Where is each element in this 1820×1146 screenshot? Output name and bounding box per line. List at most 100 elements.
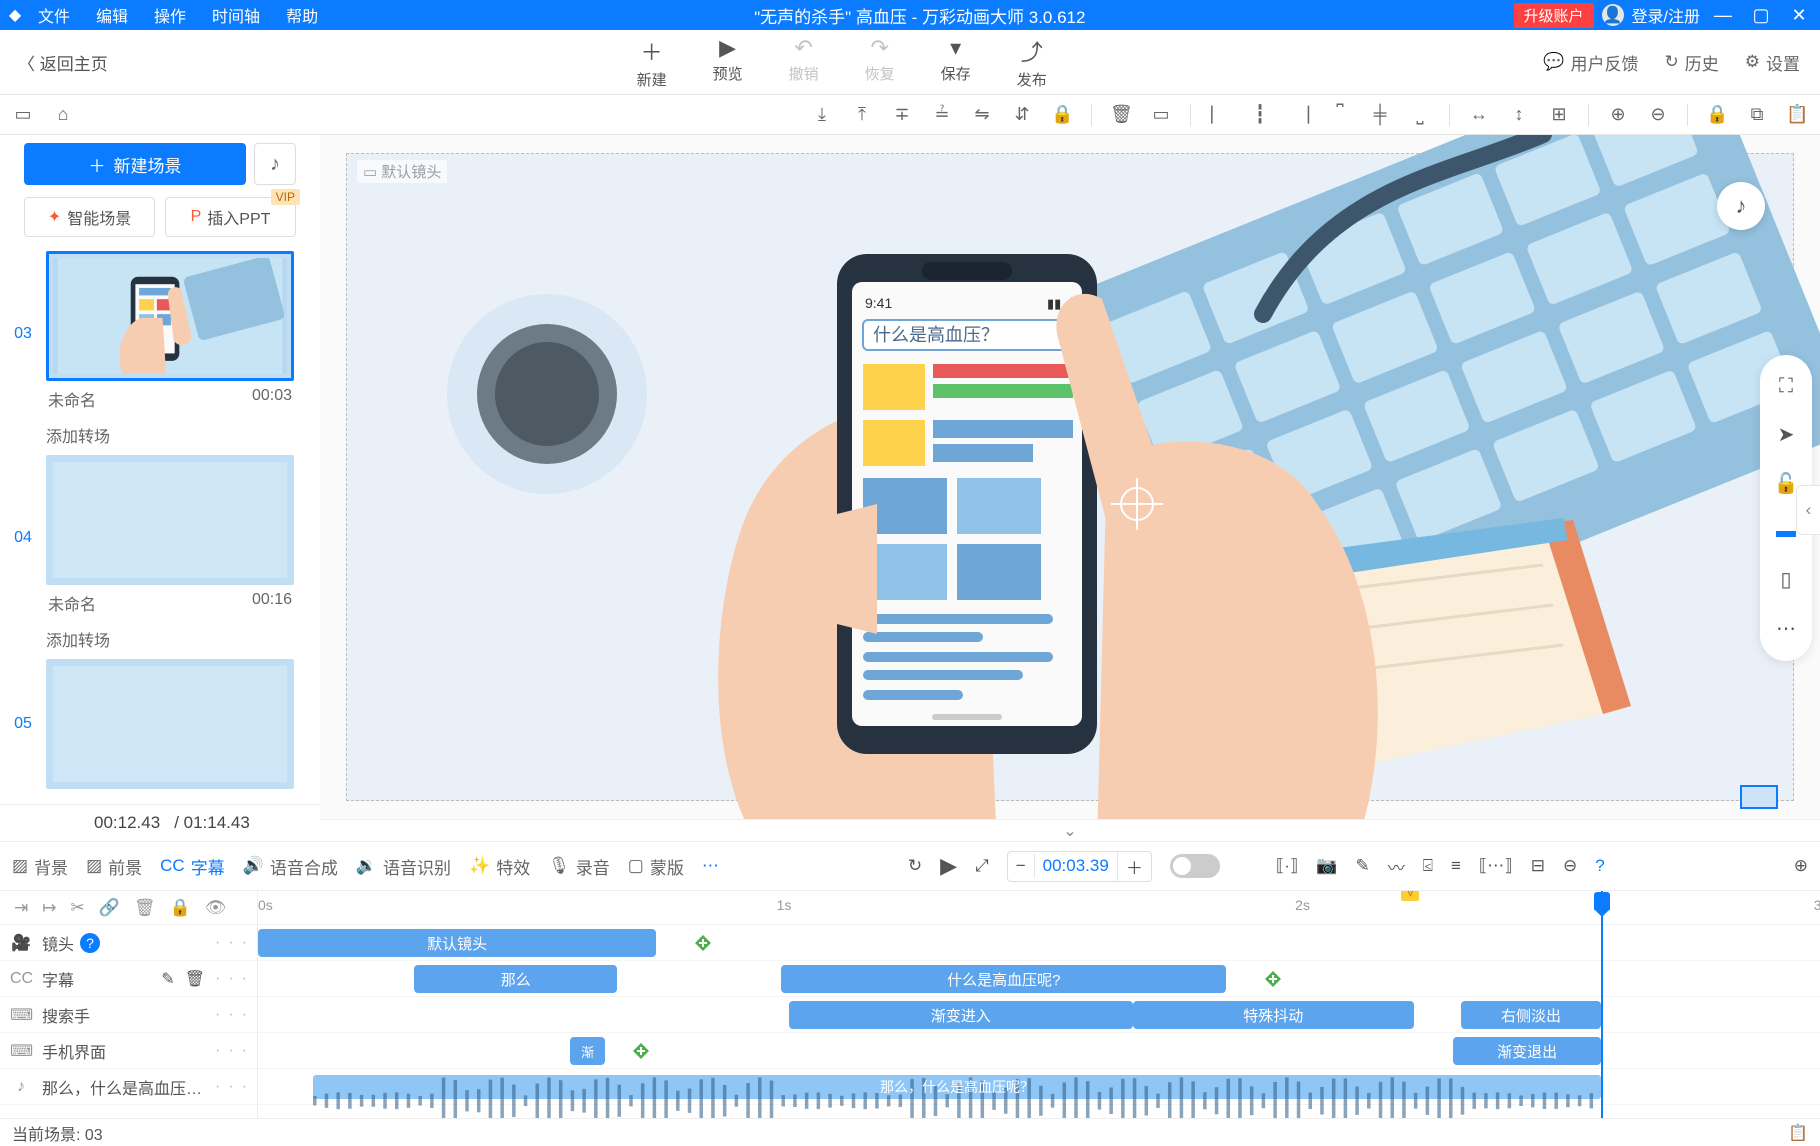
menu-help[interactable]: 帮助 (278, 3, 326, 27)
tl-collapse-icon[interactable]: ⊖ (1563, 856, 1577, 876)
audio-clip[interactable]: 那么，什么是高血压呢？ (313, 1075, 1602, 1099)
tl-split-icon[interactable]: ✂ (71, 898, 85, 918)
tl-keyframe-icon[interactable]: ⟦⋯⟧ (1479, 856, 1513, 876)
desktop-preview-icon[interactable]: ▬ (1776, 520, 1796, 543)
align-bottom2-icon[interactable]: ⎵ (1409, 104, 1431, 125)
snap-toggle[interactable] (1170, 854, 1220, 878)
tab-overlay[interactable]: ▢ 蒙版 (628, 854, 684, 879)
tl-link-icon[interactable]: 🔗 (99, 898, 120, 918)
track-header[interactable]: ⌨ 手机界面 ··· (0, 1033, 257, 1069)
track-opt-icon[interactable]: · (242, 970, 247, 988)
zoom-out-icon[interactable]: ⊖ (1647, 104, 1669, 125)
tl-visible-icon[interactable]: 👁 (205, 898, 227, 918)
tl-out-icon[interactable]: ↦ (42, 898, 56, 918)
new-scene-button[interactable]: ＋ 新建场景 (24, 143, 246, 185)
toolbar-new-button[interactable]: ＋新建 (637, 35, 667, 90)
scene-thumbnail[interactable]: 高血压 (46, 455, 294, 585)
align-left-icon[interactable]: ⎸ (1209, 104, 1231, 125)
home-icon[interactable]: ⌂ (52, 104, 74, 125)
flip-h-icon[interactable]: ⇋ (971, 104, 993, 125)
user-avatar-icon[interactable]: 👤 (1602, 4, 1624, 26)
align-vcenter-icon[interactable]: ╪ (1369, 104, 1391, 125)
track-opt-icon[interactable]: · (228, 934, 233, 952)
zoom-plus-button[interactable]: ＋ (1117, 852, 1151, 881)
tab-record[interactable]: 🎙 录音 (548, 854, 610, 879)
tl-wave-icon[interactable]: 〰 (1388, 854, 1405, 879)
timeline-ruler[interactable]: 0s1s2s3s (258, 891, 1820, 925)
tl-trash-icon[interactable]: 🗑 (134, 898, 156, 918)
tl-camera-icon[interactable]: 📷 (1316, 856, 1337, 876)
track-opt-icon[interactable]: · (242, 1042, 247, 1060)
history-button[interactable]: ↻ 历史 (1665, 50, 1719, 75)
track-opt-icon[interactable]: · (215, 934, 220, 952)
upgrade-account-button[interactable]: 升级账户 (1514, 3, 1594, 28)
track-row[interactable]: 渐渐变退出 (258, 1033, 1820, 1069)
scene-thumbnail[interactable] (46, 251, 294, 381)
tab-more-icon[interactable]: ⋯ (702, 856, 719, 876)
lock2-icon[interactable]: 🔒 (1706, 104, 1728, 125)
align-top-icon[interactable]: ⤒ (851, 104, 873, 125)
timeline-clip[interactable]: 默认镜头 (258, 929, 656, 957)
tl-filter-icon[interactable]: ⍃ (1423, 856, 1433, 876)
track-opt-icon[interactable]: · (242, 1078, 247, 1096)
expand-right-panel-button[interactable]: ‹ (1796, 485, 1820, 535)
toolbar-save-button[interactable]: ▾保存 (941, 35, 971, 90)
tl-align-icon[interactable]: ≡ (1451, 856, 1461, 876)
voice-marker-badge[interactable]: V (1401, 891, 1419, 901)
track-row[interactable]: 默认镜头 (258, 925, 1820, 961)
add-clip-button[interactable] (625, 1037, 656, 1065)
tl-help-icon[interactable]: ? (1595, 856, 1604, 876)
track-opt-icon[interactable]: · (228, 1042, 233, 1060)
scene-thumbnail[interactable] (46, 659, 294, 789)
feedback-button[interactable]: 💬 用户反馈 (1543, 50, 1638, 75)
timeline-clip[interactable]: 特殊抖动 (1133, 1001, 1414, 1029)
play-button[interactable]: ▶ (940, 853, 957, 879)
spacing-icon[interactable]: ⊞ (1548, 104, 1570, 125)
login-button[interactable]: 登录/注册 (1632, 3, 1700, 27)
track-row[interactable]: 渐变进入特殊抖动 右侧淡出 (258, 997, 1820, 1033)
track-opt-icon[interactable]: · (215, 1078, 220, 1096)
scene-item[interactable]: 03未命名00:03 (0, 251, 296, 417)
track-opt-icon[interactable]: · (228, 1006, 233, 1024)
zoom-in-icon[interactable]: ⊕ (1607, 104, 1629, 125)
menu-timeline[interactable]: 时间轴 (204, 3, 268, 27)
toolbar-publish-button[interactable]: ⤴发布 (1017, 35, 1047, 90)
align-middle-icon[interactable]: ∓ (891, 104, 913, 125)
add-clip-button[interactable] (1258, 965, 1289, 993)
align-center-icon[interactable]: ┇ (1249, 104, 1271, 125)
tl-in-icon[interactable]: ⇥ (14, 898, 28, 918)
timeline-clip[interactable]: 什么是高血压呢? (781, 965, 1226, 993)
pointer-icon[interactable]: ➤ (1778, 422, 1795, 447)
add-transition-button[interactable]: 添加转场 (0, 625, 296, 659)
track-header[interactable]: ⌨ 搜索手 ··· (0, 997, 257, 1033)
dist-h-icon[interactable]: ↔ (1468, 104, 1490, 125)
tl-lock-icon[interactable]: 🔒 (170, 898, 191, 918)
track-opt-icon[interactable]: · (228, 970, 233, 988)
track-action-icon[interactable]: 🗑 (185, 969, 205, 989)
track-header[interactable]: CC 字幕 ✎🗑 ··· (0, 961, 257, 997)
tl-menu-icon[interactable]: ⊟ (1531, 856, 1545, 876)
settings-button[interactable]: ⚙ 设置 (1745, 50, 1800, 75)
tl-edit-icon[interactable]: ✎ (1356, 856, 1370, 876)
timeline-clip[interactable]: 右侧淡出 (1461, 1001, 1602, 1029)
track-header[interactable]: 🎥 镜头? ··· (0, 925, 257, 961)
track-row[interactable]: 那么什么是高血压呢? (258, 961, 1820, 997)
timeline-clip[interactable]: 渐变进入 (789, 1001, 1133, 1029)
window-close-icon[interactable]: ✕ (1784, 5, 1814, 26)
smart-scene-button[interactable]: ✦智能场景 (24, 197, 155, 237)
canvas-stage[interactable]: ▭ 默认镜头 (346, 153, 1794, 801)
window-maximize-icon[interactable]: ▢ (1746, 5, 1776, 26)
minimap[interactable] (1740, 785, 1778, 809)
scene-item[interactable]: 05 (0, 659, 296, 789)
tl-tool1-icon[interactable]: ⟦·⟧ (1276, 856, 1299, 876)
toolbar-preview-button[interactable]: ▶预览 (713, 35, 743, 90)
timeline-tracks[interactable]: 0s1s2s3s 默认镜头那么什么是高血压呢? 渐变进入特殊抖动 右侧淡出渐渐变退出… (258, 891, 1820, 1118)
align-top2-icon[interactable]: ⎴ (1329, 104, 1351, 125)
more-icon[interactable]: ⋯ (1776, 616, 1796, 641)
align-baseline-icon[interactable]: ≟ (931, 104, 953, 125)
timeline-clip[interactable]: 渐 (570, 1037, 604, 1065)
collapse-canvas-button[interactable]: ⌄ (320, 819, 1820, 841)
track-header[interactable]: ♪ 那么，什么是高血压…? ··· (0, 1069, 257, 1105)
track-opt-icon[interactable]: · (215, 1006, 220, 1024)
menu-action[interactable]: 操作 (146, 3, 194, 27)
